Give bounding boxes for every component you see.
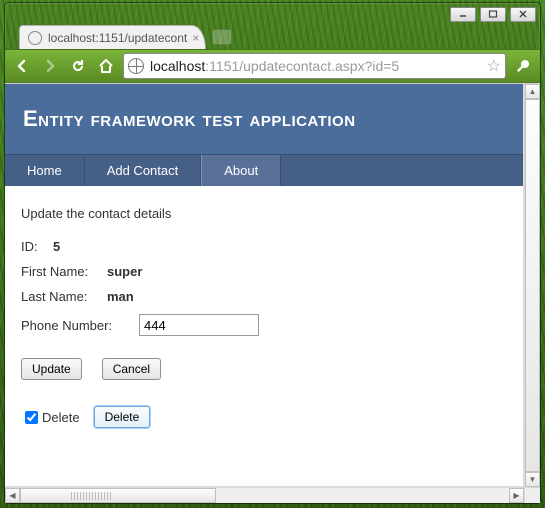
update-button[interactable]: Update [21,358,82,380]
first-name-value: super [107,264,142,279]
scroll-left-button[interactable]: ◀ [5,488,20,503]
id-label: ID: [21,239,49,254]
minimize-button[interactable] [450,7,476,22]
phone-label: Phone Number: [21,318,139,333]
window-titlebar [5,3,540,23]
lead-text: Update the contact details [21,206,507,221]
vertical-scrollbar[interactable]: ▲ ▼ [524,84,540,487]
vscroll-thumb[interactable] [525,99,540,472]
cancel-button[interactable]: Cancel [102,358,161,380]
browser-window: localhost:1151/updatecont × localhost:11… [4,2,541,504]
address-bar[interactable]: localhost:1151/updatecontact.aspx?id=5 ☆ [123,53,506,79]
tab-close-icon[interactable]: × [192,31,199,45]
content: Update the contact details ID: 5 First N… [5,186,523,442]
forward-button[interactable] [39,55,61,77]
reload-button[interactable] [67,55,89,77]
wrench-menu-button[interactable] [512,55,534,77]
home-button[interactable] [95,55,117,77]
new-tab-button[interactable] [212,29,232,45]
id-value: 5 [53,239,60,254]
last-name-label: Last Name: [21,289,103,304]
bookmark-star-icon[interactable]: ☆ [487,56,501,76]
delete-checkbox-label: Delete [42,410,80,425]
scroll-right-button[interactable]: ▶ [509,488,524,503]
site-globe-icon [128,58,144,74]
viewport: Entity framework test application Home A… [5,83,540,503]
nav-about[interactable]: About [201,155,281,186]
url-rest: :1151/updatecontact.aspx?id=5 [205,58,399,74]
globe-icon [28,31,42,45]
scroll-up-button[interactable]: ▲ [525,84,540,99]
first-name-label: First Name: [21,264,103,279]
nav-home[interactable]: Home [5,155,85,186]
back-button[interactable] [11,55,33,77]
browser-toolbar: localhost:1151/updatecontact.aspx?id=5 ☆ [5,49,540,83]
hscroll-track[interactable] [20,488,509,503]
scroll-down-button[interactable]: ▼ [525,472,540,487]
page-header: Entity framework test application [5,84,523,154]
vscroll-track[interactable] [525,99,540,472]
page: Entity framework test application Home A… [5,84,524,487]
scrollbar-corner [524,487,540,503]
delete-button[interactable]: Delete [94,406,151,428]
close-button[interactable] [510,7,536,22]
maximize-button[interactable] [480,7,506,22]
last-name-value: man [107,289,134,304]
url-host: localhost [150,58,205,74]
phone-input[interactable] [139,314,259,336]
hscroll-thumb[interactable] [20,488,216,503]
delete-checkbox[interactable] [25,411,38,424]
horizontal-scrollbar[interactable]: ◀ ▶ [5,487,524,503]
browser-tab[interactable]: localhost:1151/updatecont × [19,25,206,49]
delete-checkbox-wrap[interactable]: Delete [21,408,80,427]
tab-strip: localhost:1151/updatecont × [5,23,540,49]
nav-add-contact[interactable]: Add Contact [85,155,202,186]
main-nav: Home Add Contact About [5,154,523,186]
page-title: Entity framework test application [23,106,505,132]
tab-title: localhost:1151/updatecont [48,31,187,45]
